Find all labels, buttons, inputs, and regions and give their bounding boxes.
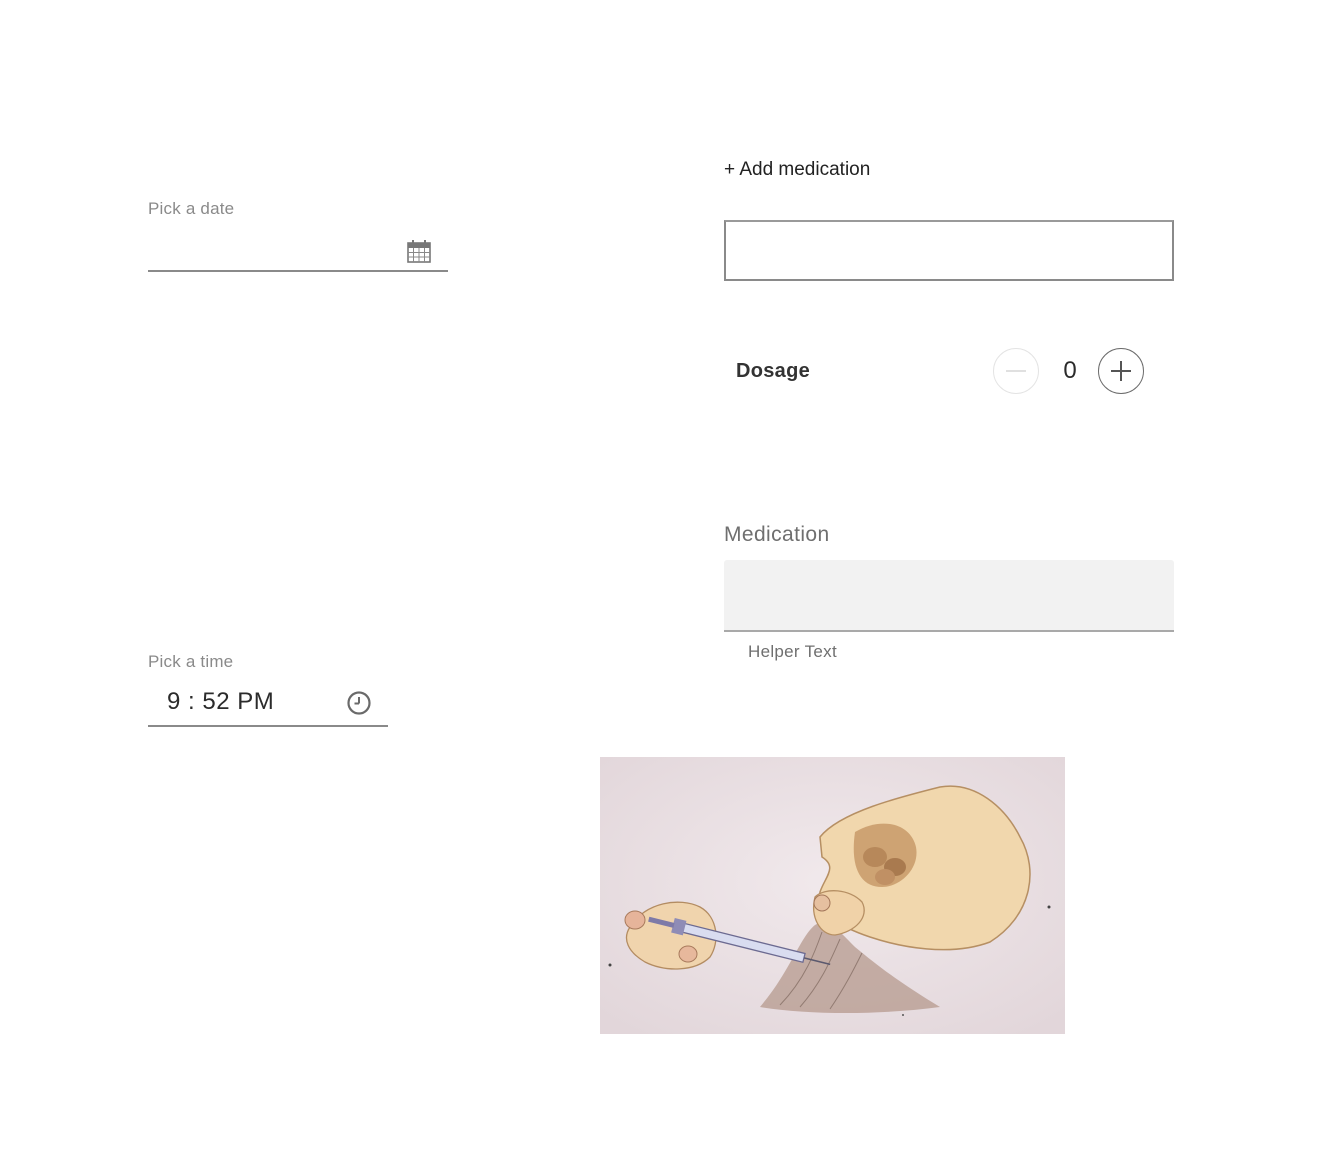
dosage-value: 0 bbox=[1063, 357, 1077, 384]
clock-icon[interactable] bbox=[346, 690, 372, 716]
helper-text: Helper Text bbox=[748, 642, 837, 661]
dosage-decrement-button[interactable] bbox=[993, 348, 1039, 394]
date-picker-input[interactable] bbox=[148, 230, 448, 272]
calendar-icon[interactable] bbox=[406, 238, 432, 264]
dosage-increment-button[interactable] bbox=[1098, 348, 1144, 394]
medication-field-input[interactable] bbox=[724, 560, 1174, 632]
medication-field-label: Medication bbox=[724, 523, 830, 546]
dosage-label: Dosage bbox=[736, 360, 811, 382]
add-medication-button[interactable]: + Add medication bbox=[724, 159, 870, 181]
date-picker-label: Pick a date bbox=[148, 199, 235, 218]
injection-illustration-drawing bbox=[600, 757, 1065, 1034]
time-picker-label: Pick a time bbox=[148, 652, 234, 671]
medication-text-input[interactable] bbox=[724, 220, 1174, 281]
injection-illustration bbox=[600, 757, 1065, 1034]
time-picker-value[interactable]: 9 : 52 PM bbox=[167, 688, 274, 716]
time-picker-input[interactable]: 9 : 52 PM bbox=[148, 682, 388, 727]
